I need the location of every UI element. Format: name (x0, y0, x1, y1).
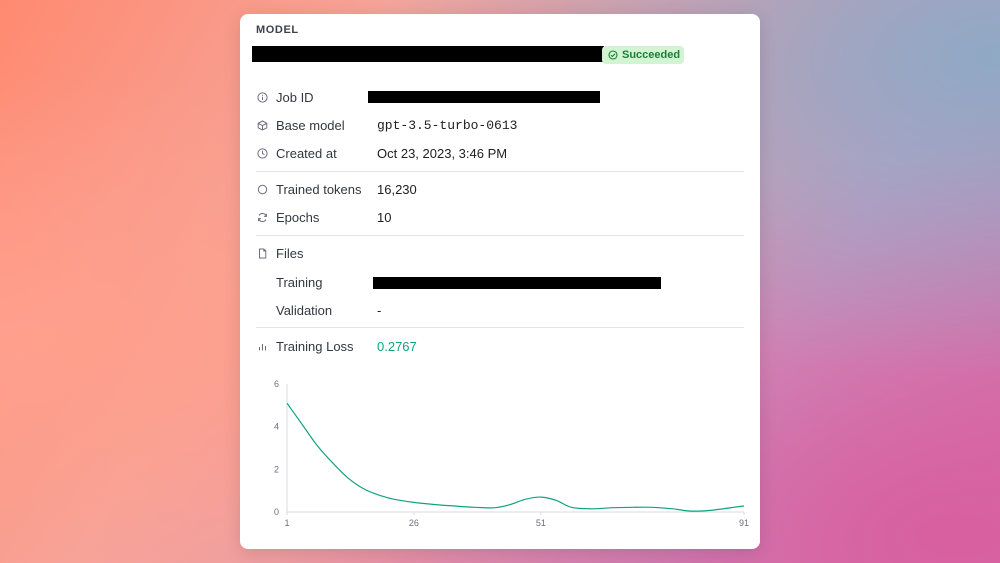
files-label: Files (276, 245, 304, 261)
clock-icon (256, 147, 268, 159)
training-loss-label: Training Loss (276, 338, 354, 354)
training-label: Training (276, 274, 323, 290)
validation-file-row: Validation (276, 300, 332, 320)
y-tick-label: 2 (274, 464, 279, 474)
training-loss-row: Training Loss (256, 336, 354, 356)
x-tick-label: 51 (536, 518, 546, 528)
job-id-row: Job ID (256, 87, 314, 107)
validation-value: - (377, 303, 382, 318)
divider (256, 171, 744, 172)
base-model-row: Base model (256, 115, 345, 135)
cube-icon (256, 119, 268, 131)
validation-label: Validation (276, 302, 333, 318)
created-at-row: Created at (256, 143, 337, 163)
divider (256, 327, 744, 328)
info-icon (256, 91, 268, 103)
created-at-label: Created at (276, 145, 337, 161)
status-label: Succeeded (622, 49, 681, 61)
divider (256, 235, 744, 236)
epochs-label: Epochs (276, 209, 320, 225)
created-at-value: Oct 23, 2023, 3:46 PM (377, 146, 508, 161)
epochs-value: 10 (377, 210, 392, 225)
base-model-value: gpt-3.5-turbo-0613 (377, 118, 518, 133)
section-title: MODEL (256, 24, 299, 36)
epochs-row: Epochs (256, 207, 319, 227)
trained-tokens-value: 16,230 (377, 182, 417, 197)
training-loss-value: 0.2767 (377, 339, 417, 354)
training-file-row: Training (276, 272, 322, 292)
x-tick-label: 26 (409, 518, 419, 528)
status-badge: Succeeded (602, 46, 684, 64)
y-tick-label: 6 (274, 379, 279, 389)
y-tick-label: 4 (274, 422, 279, 432)
files-row: Files (256, 243, 303, 263)
file-icon (256, 247, 268, 259)
refresh-icon (256, 211, 268, 223)
model-name-redacted (252, 46, 604, 62)
circle-icon (256, 183, 268, 195)
job-id-label: Job ID (276, 89, 314, 105)
base-model-label: Base model (276, 117, 345, 133)
check-circle-icon (608, 50, 618, 60)
training-loss-line (286, 402, 745, 512)
training-loss-chart: 0 2 4 6 1 26 51 91 (274, 379, 749, 528)
bar-chart-icon (256, 340, 268, 352)
x-tick-label: 91 (739, 518, 749, 528)
x-tick-label: 1 (284, 518, 289, 528)
training-file-redacted[interactable] (373, 277, 661, 289)
model-details-card: MODEL Succeeded Job ID Base model gpt-3.… (240, 14, 760, 549)
trained-tokens-row: Trained tokens (256, 179, 362, 199)
y-tick-label: 0 (274, 507, 279, 517)
trained-tokens-label: Trained tokens (276, 181, 362, 197)
job-id-redacted (368, 91, 600, 103)
